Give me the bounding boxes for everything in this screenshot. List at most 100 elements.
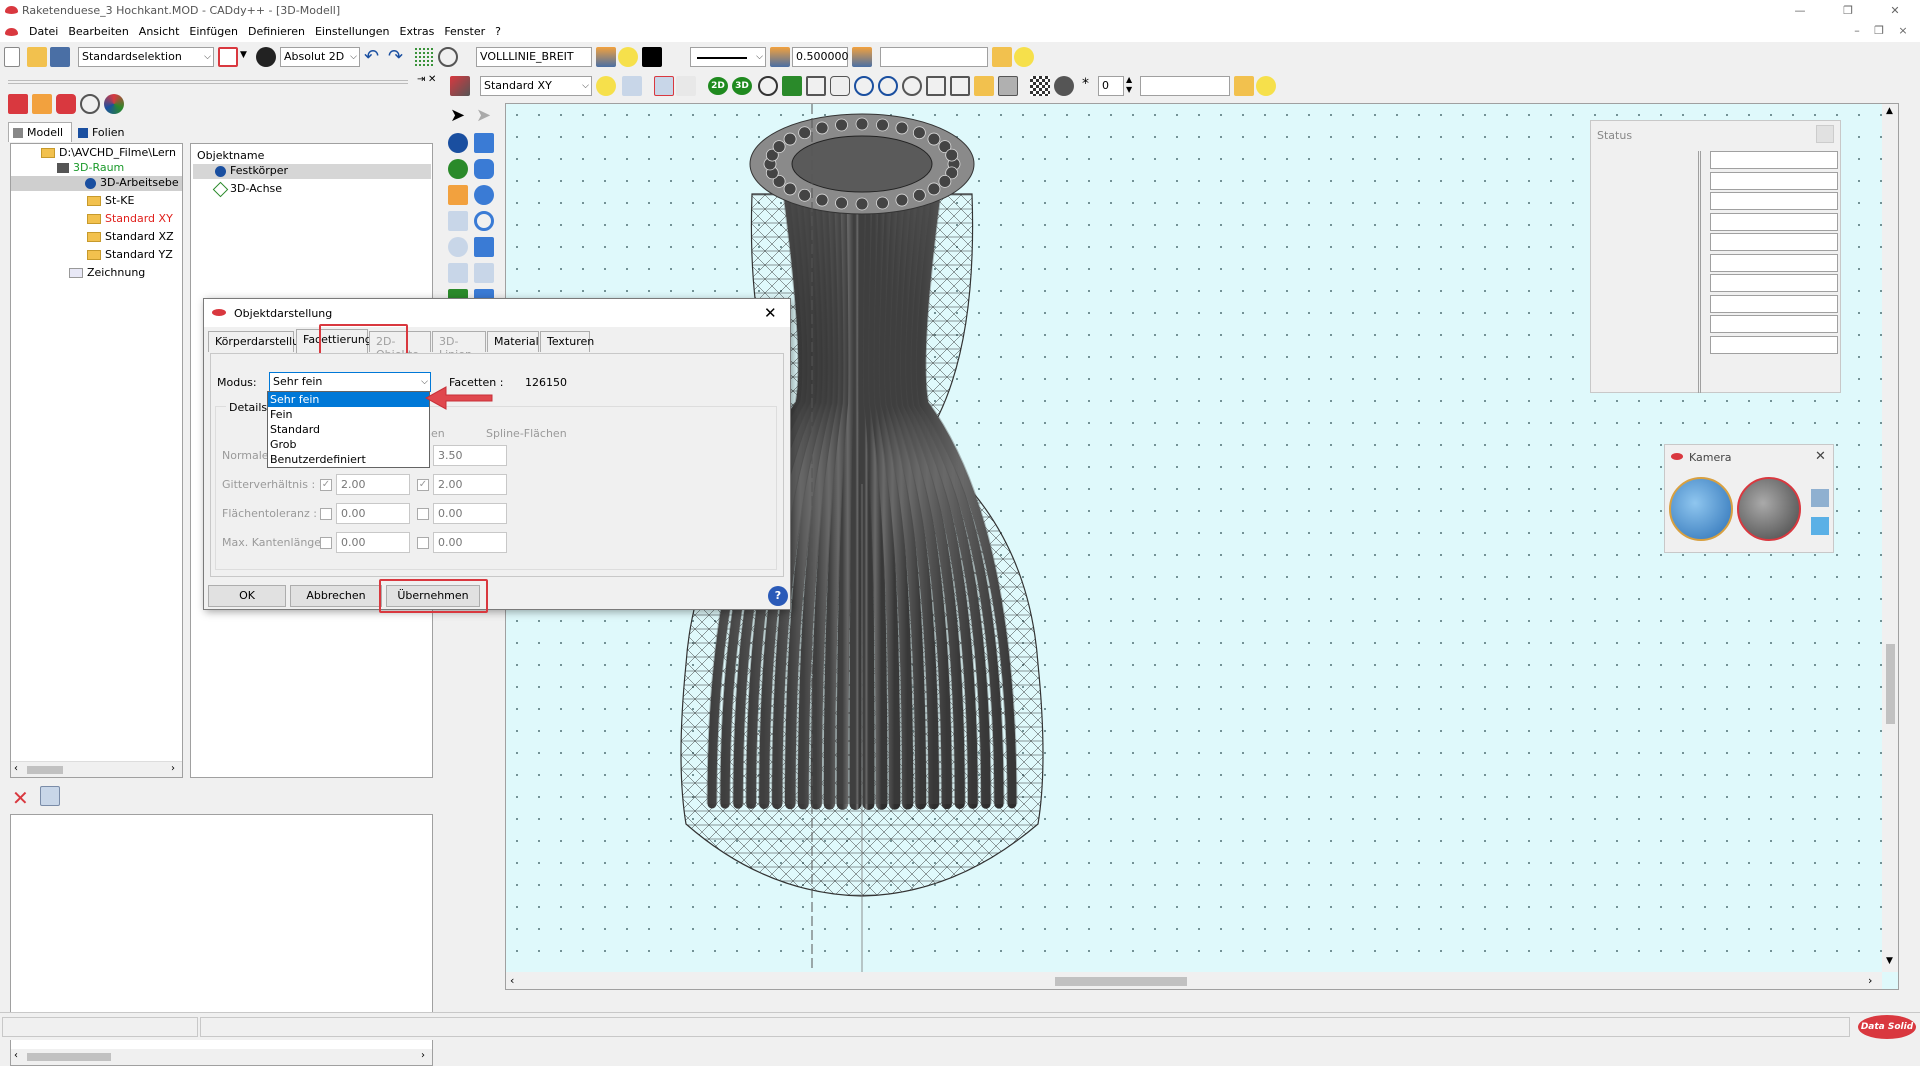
help-icon[interactable]: ? [768,586,788,606]
layer-manager-icon[interactable] [32,94,52,114]
visibility-icon[interactable] [438,47,458,67]
tree-standard-xy[interactable]: Standard XY [87,212,173,225]
coordinate-mode-combo[interactable]: Absolut 2D ⌵ [280,47,360,67]
tree-zeichnung[interactable]: Zeichnung [69,266,145,279]
detail-checkbox-b[interactable] [417,537,429,549]
scroll-right-icon[interactable]: › [171,763,175,774]
detail-checkbox-a[interactable]: ✓ [320,479,332,491]
ok-button[interactable]: OK [208,585,286,607]
asterisk-icon[interactable]: * [1082,76,1089,92]
dropdown-icon[interactable]: ▼ [240,50,247,60]
select-arrow-icon[interactable]: ➤ [450,105,465,126]
extrude-tool-icon[interactable] [474,237,494,257]
tab-texturen[interactable]: Texturen [540,331,594,352]
open-folder-icon[interactable] [27,47,47,67]
tree-3d-raum[interactable]: 3D-Raum [57,161,124,174]
object-row-festkoerper[interactable]: Festkörper [193,164,431,179]
scroll-left-icon[interactable]: ‹ [510,974,514,987]
linetype-field[interactable]: VOLLLINIE_BREIT [476,47,592,67]
layers-icon[interactable] [596,47,616,67]
modus-option[interactable]: Fein [268,407,429,422]
tree-hscrollbar[interactable]: ‹ › [11,761,182,777]
layer-stack-icon[interactable] [852,47,872,67]
scroll-right-icon[interactable]: › [1868,974,1872,987]
tree-standard-yz[interactable]: Standard YZ [87,248,173,261]
object-row-3d-achse[interactable]: 3D-Achse [212,181,282,197]
sphere-tool-icon[interactable] [448,133,468,153]
torus-tool-icon[interactable] [474,211,494,231]
detail-checkbox-b[interactable]: ✓ [417,479,429,491]
measure-icon[interactable] [622,76,642,96]
ball-tool-icon[interactable] [474,185,494,205]
loft-tool-icon[interactable] [448,263,468,283]
layer-light-icon[interactable] [1014,47,1034,67]
menu-item-ansicht[interactable]: Ansicht [134,23,185,40]
select-arrow-alt-icon[interactable]: ➤ [476,105,491,126]
scroll-left-icon[interactable]: ‹ [14,763,18,774]
layer-name-field[interactable] [880,47,988,67]
color-swatch-black[interactable] [642,47,662,67]
grid-icon[interactable] [414,47,434,67]
detail-field-a[interactable]: 0.00 [336,503,410,524]
mirror-tool-icon[interactable] [448,211,468,231]
cube-tool-icon[interactable] [474,133,494,153]
mdi-restore-button[interactable]: ❐ [1870,24,1888,37]
color-palette-icon[interactable] [104,94,124,114]
zoom-window-icon[interactable] [806,76,826,96]
undo-icon[interactable]: ↶ [364,46,379,67]
menu-item-extras[interactable]: Extras [395,23,440,40]
zoom-extents-icon[interactable] [926,76,946,96]
detail-field-a[interactable]: 0.00 [336,532,410,553]
line-width-field[interactable]: 0.500000 [792,47,849,67]
minimize-button[interactable]: — [1785,2,1815,20]
menu-item-help[interactable]: ? [490,23,506,40]
pencil-tool-icon[interactable] [448,185,468,205]
view-cube-icon[interactable] [450,76,470,96]
dock-pin-icon[interactable]: ⇥ [417,74,425,85]
detail-field-b[interactable]: 0.00 [433,503,507,524]
view-light-icon[interactable] [1256,76,1276,96]
detail-field-a[interactable]: 2.00 [336,474,410,495]
spin-arrows-icon[interactable]: ▲ ▼ [1126,75,1132,95]
sweep-tool-icon[interactable] [474,263,494,283]
dialog-close-icon[interactable]: ✕ [764,304,777,322]
select-rectangle-icon[interactable] [218,47,238,67]
scroll-right-icon[interactable]: › [421,1050,425,1061]
line-width-icon[interactable] [770,47,790,67]
lightbulb-icon[interactable] [618,47,638,67]
scroll-down-icon[interactable]: ▼ [1886,956,1893,966]
detail-checkbox-b[interactable] [417,508,429,520]
tab-material[interactable]: Material [487,331,539,352]
mdi-close-button[interactable]: × [1894,24,1912,37]
section-icon[interactable] [974,76,994,96]
camera-globe-blue-icon[interactable] [1669,477,1733,541]
redo-icon[interactable]: ↷ [388,46,403,67]
cancel-button[interactable]: Abbrechen [290,585,382,607]
tree-3d-arbeitsebene[interactable]: 3D-Arbeitsebe [11,176,182,191]
modus-combo[interactable]: Sehr fein ⌵ [269,372,431,392]
scroll-thumb[interactable] [27,766,63,774]
mesh-icon[interactable] [1030,76,1050,96]
modus-option[interactable]: Benutzerdefiniert [268,452,429,467]
mdi-minimize-button[interactable]: – [1848,24,1866,37]
dock-close-icon[interactable]: ✕ [428,74,436,85]
menu-item-definieren[interactable]: Definieren [243,23,310,40]
light-icon[interactable] [596,76,616,96]
menu-item-einf-gen[interactable]: Einfügen [184,23,243,40]
close-button[interactable]: ✕ [1880,2,1910,20]
clipboard-icon[interactable] [40,786,60,806]
viewport-hscrollbar[interactable]: ‹ › [506,972,1882,989]
scroll-thumb[interactable] [27,1053,111,1061]
modus-option[interactable]: Sehr fein [268,392,429,407]
material-sphere-icon[interactable] [1054,76,1074,96]
zoom-out-icon[interactable] [878,76,898,96]
view-plane-combo[interactable]: Standard XY ⌵ [480,76,592,96]
props-hscrollbar[interactable]: ‹ › [11,1049,432,1065]
tab-folien[interactable]: Folien [74,124,134,142]
viewport-vscrollbar[interactable]: ▲ ▼ [1882,104,1898,972]
camera-cube-icon[interactable] [1811,489,1829,507]
modus-option[interactable]: Standard [268,422,429,437]
2d-button[interactable]: 2D [708,77,728,95]
new-file-icon[interactable] [4,47,20,67]
tab-körperdarstellung[interactable]: Körperdarstellung [208,331,313,352]
